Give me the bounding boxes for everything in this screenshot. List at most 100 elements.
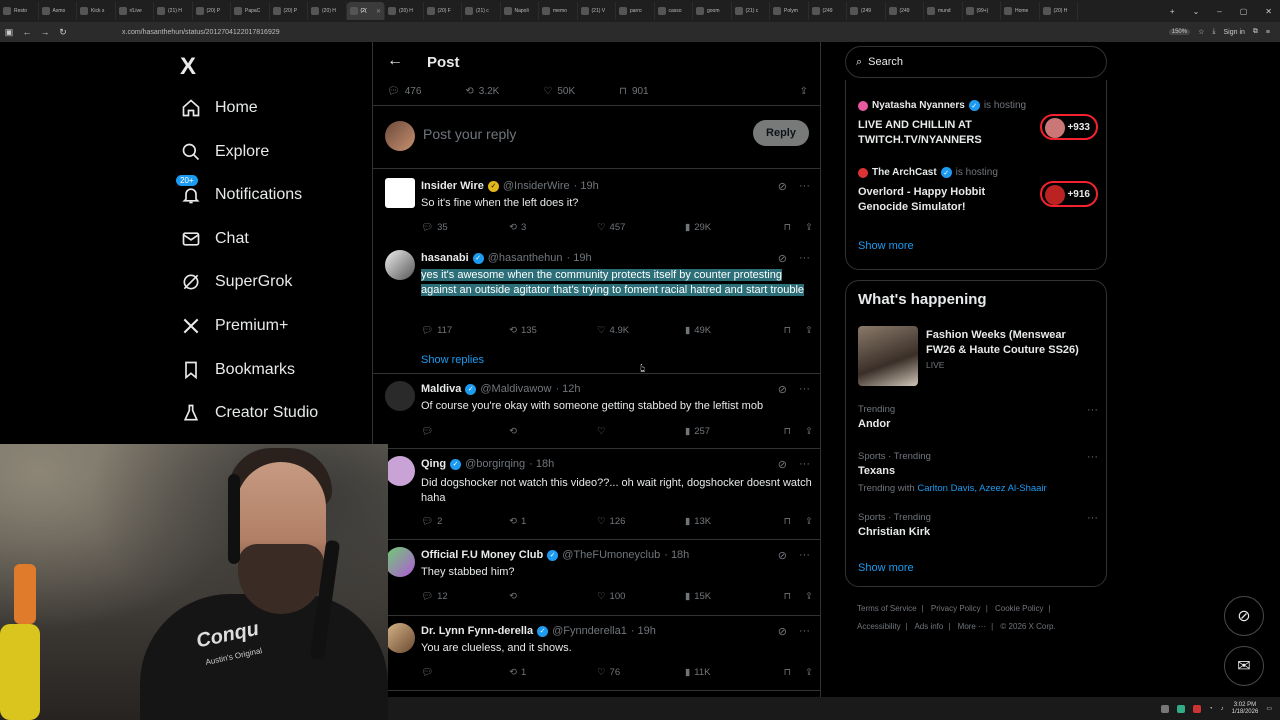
nav-creator-studio[interactable]: Creator Studio: [180, 398, 318, 428]
live-listeners-badge[interactable]: +933: [1040, 114, 1098, 140]
share-icon[interactable]: ⇪: [805, 667, 813, 678]
reply-button[interactable]: 💬︎ 35: [421, 222, 509, 233]
show-replies-link[interactable]: Show replies: [421, 354, 484, 366]
author-handle[interactable]: @TheFUmoneyclub: [562, 549, 660, 561]
share-icon[interactable]: ⇪: [805, 325, 813, 336]
back-arrow-icon[interactable]: ←: [387, 52, 403, 70]
author-name[interactable]: Maldiva: [421, 383, 461, 395]
sign-in-button[interactable]: Sign in: [1224, 29, 1245, 36]
reply-button[interactable]: 💬︎: [421, 426, 509, 437]
menu-icon[interactable]: ≡: [1266, 29, 1270, 36]
browser-tab[interactable]: memo: [539, 2, 578, 20]
messages-floating-button[interactable]: ✉: [1224, 646, 1264, 686]
browser-tab[interactable]: r/Live: [116, 2, 154, 20]
nav-premium[interactable]: Premium+: [180, 311, 288, 341]
more-icon[interactable]: ···: [799, 252, 810, 265]
nav-chat[interactable]: Chat: [180, 224, 249, 254]
timestamp[interactable]: · 12h: [555, 383, 580, 395]
list-item[interactable]: Official F.U Money Club ✓ @TheFUmoneyclu…: [373, 541, 820, 616]
bookmark-count[interactable]: ⊓ 901: [619, 86, 649, 97]
views-button[interactable]: ▮ 11K: [685, 667, 781, 678]
repost-button[interactable]: ⟲ 1: [509, 667, 597, 678]
grok-icon[interactable]: ⊘: [778, 252, 787, 265]
author-name[interactable]: Insider Wire: [421, 180, 484, 192]
more-icon[interactable]: ···: [1087, 404, 1098, 416]
footer-link[interactable]: More ···: [958, 622, 986, 631]
trending-with-links[interactable]: Carlton Davis, Azeez Al-Shaair: [917, 483, 1046, 494]
minimize-button[interactable]: –: [1217, 7, 1221, 16]
browser-tab[interactable]: (20) P: [193, 2, 231, 20]
reply-count[interactable]: 💬︎ 476: [387, 86, 421, 97]
reply-button[interactable]: 💬︎: [421, 667, 509, 678]
star-icon[interactable]: ☆: [1198, 28, 1204, 36]
repost-button[interactable]: ⟲ 1: [509, 516, 597, 527]
share-icon[interactable]: ⇪: [800, 86, 808, 97]
volume-icon[interactable]: ♪: [1221, 706, 1224, 712]
nav-supergrok[interactable]: SuperGrok: [180, 267, 292, 297]
browser-tab[interactable]: (2(✕: [346, 2, 385, 20]
tray-app-icon[interactable]: [1193, 704, 1201, 713]
bookmark-icon[interactable]: ⊓: [784, 222, 791, 233]
more-icon[interactable]: ···: [799, 180, 810, 193]
grok-icon[interactable]: ⊘: [778, 625, 787, 638]
grok-icon[interactable]: ⊘: [778, 458, 787, 471]
zoom-badge[interactable]: 150%: [1168, 29, 1191, 35]
footer-link[interactable]: Privacy Policy: [931, 604, 981, 613]
bookmark-icon[interactable]: ⊓: [784, 667, 791, 678]
views-button[interactable]: ▮ 257: [685, 426, 781, 437]
views-button[interactable]: ▮ 49K: [685, 325, 781, 336]
browser-tab[interactable]: casso: [655, 2, 693, 20]
bookmark-icon[interactable]: ⊓: [784, 325, 791, 336]
list-item[interactable]: Dr. Lynn Fynn-derella ✓ @Fynnderella1 · …: [373, 617, 820, 691]
reply-button[interactable]: 💬︎ 117: [421, 325, 509, 336]
browser-tab[interactable]: (21) V: [578, 2, 616, 20]
footer-link[interactable]: Cookie Policy: [995, 604, 1043, 613]
grok-icon[interactable]: ⊘: [778, 180, 787, 193]
list-item[interactable]: hasanabi ✓ @hasanthehun · 19h ⊘ ··· yes i…: [373, 244, 820, 374]
author-handle[interactable]: @Maldivawow: [480, 383, 551, 395]
like-button[interactable]: ♡ 4.9K: [597, 325, 685, 336]
list-item[interactable]: The ArchCast ✓ is hosting Overlord - Hap…: [858, 167, 1098, 215]
forward-button[interactable]: →: [36, 27, 54, 37]
search-input[interactable]: ⌕ Search: [845, 46, 1107, 78]
list-item[interactable]: Maldiva ✓ @Maldivawow · 12h ⊘ ··· Of cour…: [373, 375, 820, 449]
list-item[interactable]: Insider Wire ✓ @InsiderWire · 19h ⊘ ··· S…: [373, 172, 820, 244]
views-button[interactable]: ▮ 15K: [685, 591, 781, 602]
list-item[interactable]: Nyatasha Nyanners ✓ is hosting LIVE AND …: [858, 100, 1098, 148]
bookmark-icon[interactable]: ⊓: [784, 591, 791, 602]
like-count[interactable]: ♡ 50K: [543, 86, 575, 97]
grok-floating-button[interactable]: ⊘: [1224, 596, 1264, 636]
browser-tab[interactable]: (21) c: [732, 2, 770, 20]
notification-center-icon[interactable]: ▭: [1266, 705, 1272, 712]
repost-button[interactable]: ⟲ 135: [509, 325, 597, 336]
trend-item[interactable]: Sports · Trending Texans Trending with C…: [858, 451, 1098, 494]
author-name[interactable]: Official F.U Money Club: [421, 549, 543, 561]
list-item[interactable]: Qing ✓ @borgirqing · 18h ⊘ ··· Did dogsho…: [373, 450, 820, 540]
author-name[interactable]: Dr. Lynn Fynn-derella: [421, 625, 533, 637]
nav-explore[interactable]: Explore: [180, 137, 269, 167]
live-listeners-badge[interactable]: +916: [1040, 181, 1098, 207]
download-icon[interactable]: ⤓: [1212, 28, 1215, 36]
browser-tab[interactable]: (20) P: [270, 2, 308, 20]
more-icon[interactable]: ···: [799, 383, 810, 396]
author-name[interactable]: hasanabi: [421, 252, 469, 264]
close-window-button[interactable]: ✕: [1265, 7, 1272, 16]
browser-tab[interactable]: (20) H: [385, 2, 424, 20]
grok-icon[interactable]: ⊘: [778, 549, 787, 562]
repost-button[interactable]: ⟲ 3: [509, 222, 597, 233]
reply-button[interactable]: Reply: [753, 120, 809, 146]
reply-button[interactable]: 💬︎ 12: [421, 591, 509, 602]
author-handle[interactable]: @Fynnderella1: [552, 625, 627, 637]
browser-tab[interactable]: (20) H: [308, 2, 347, 20]
reply-button[interactable]: 💬︎ 2: [421, 516, 509, 527]
maximize-button[interactable]: ▢: [1240, 7, 1248, 16]
repost-count[interactable]: ⟲ 3.2K: [465, 86, 499, 97]
browser-tab[interactable]: (99+): [963, 2, 1001, 20]
browser-tab[interactable]: (20) F: [424, 2, 462, 20]
show-more-link[interactable]: Show more: [858, 240, 914, 252]
more-icon[interactable]: ···: [1087, 512, 1098, 524]
browser-tab[interactable]: (20) H: [1040, 2, 1078, 20]
author-handle[interactable]: @borgirqing: [465, 458, 525, 470]
bookmark-icon[interactable]: ⊓: [784, 516, 791, 527]
tray-app-icon[interactable]: [1161, 704, 1169, 713]
